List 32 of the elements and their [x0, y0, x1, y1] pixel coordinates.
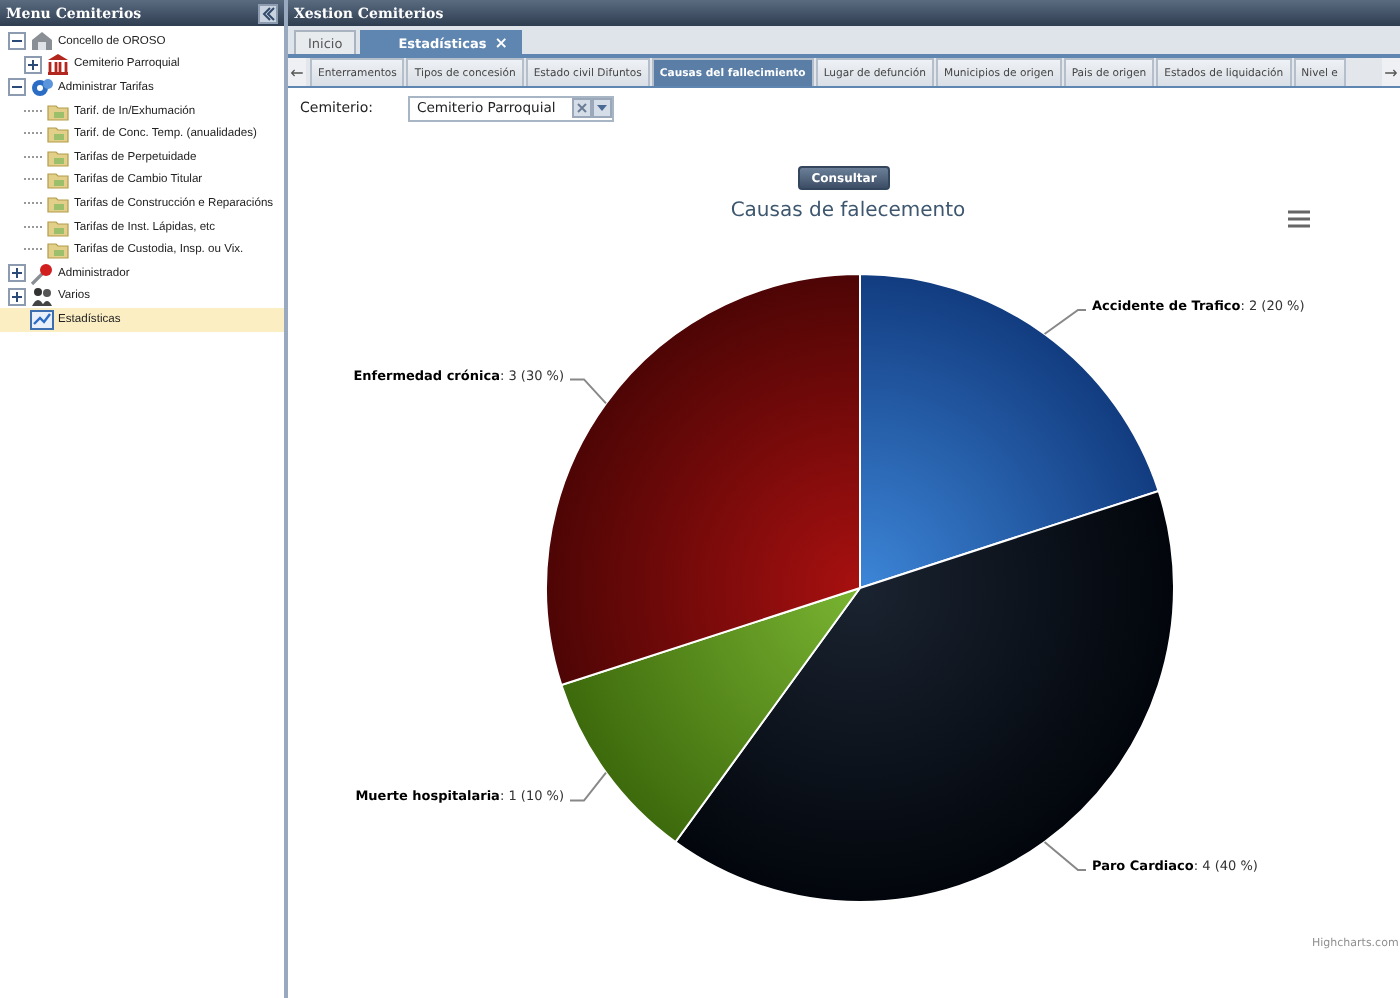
folder-icon — [46, 99, 70, 124]
wrench-icon — [30, 261, 54, 286]
collapse-toggle-icon[interactable] — [8, 32, 26, 51]
leader-line — [1043, 841, 1087, 872]
menu-icon[interactable] — [1288, 210, 1310, 228]
leader-line — [569, 378, 607, 405]
people-icon — [30, 284, 54, 309]
chart-title: Causas de falecemento — [730, 200, 966, 222]
scroll-left-icon[interactable]: ← — [288, 58, 306, 86]
folder-icon — [46, 191, 70, 216]
chart-icon — [30, 307, 54, 332]
leader-line — [569, 771, 607, 802]
dropdown-buttons-icon[interactable] — [572, 98, 613, 118]
pie-slice[interactable] — [545, 273, 861, 687]
building-icon — [30, 29, 54, 54]
collapse-icon[interactable] — [258, 3, 278, 23]
expand-toggle-icon[interactable] — [24, 55, 42, 74]
folder-icon — [46, 122, 70, 147]
leader-line — [1043, 308, 1087, 335]
temple-icon — [46, 52, 70, 77]
folder-icon — [46, 215, 70, 240]
scroll-right-icon[interactable]: → — [1382, 58, 1400, 86]
pie-slice[interactable] — [859, 273, 1160, 589]
expand-toggle-icon[interactable] — [8, 287, 26, 306]
close-icon[interactable]: × — [494, 34, 508, 52]
folder-icon — [46, 238, 70, 263]
pie-slice[interactable] — [560, 587, 861, 844]
gears-icon — [30, 75, 54, 100]
expand-toggle-icon[interactable] — [8, 264, 26, 283]
folder-icon — [46, 145, 70, 170]
folder-icon — [46, 168, 70, 193]
collapse-toggle-icon[interactable] — [8, 78, 26, 97]
